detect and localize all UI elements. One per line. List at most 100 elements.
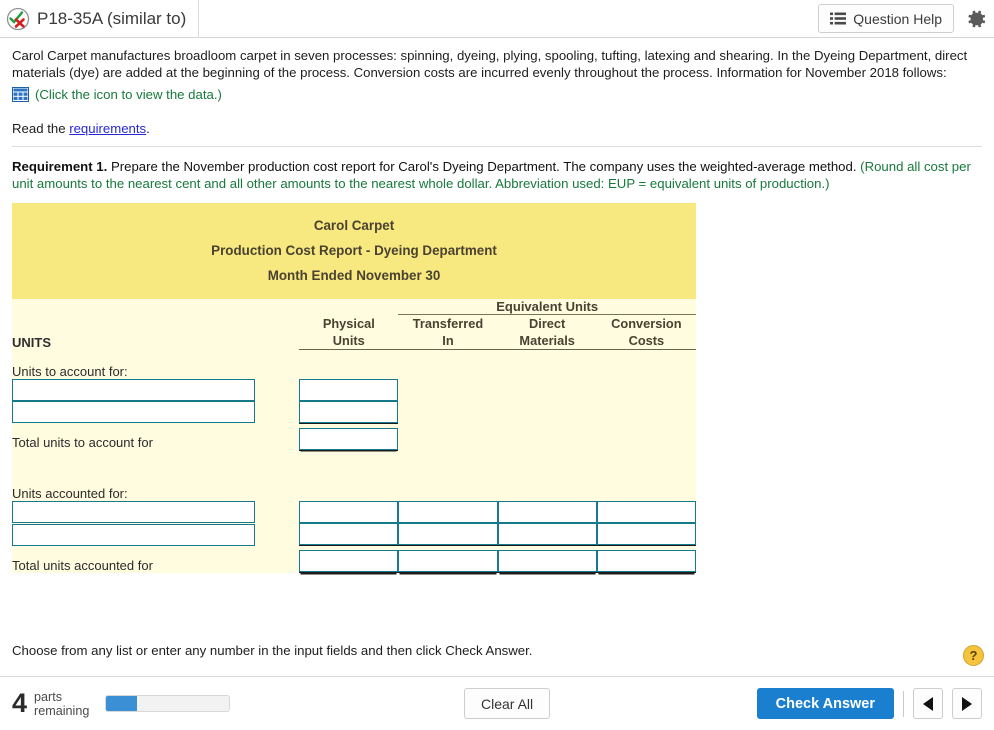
question-help-label: Question Help (853, 10, 942, 27)
report-period: Month Ended November 30 (267, 268, 441, 283)
help-badge-icon[interactable]: ? (963, 645, 984, 666)
production-cost-report: Carol Carpet Production Cost Report - Dy… (12, 203, 696, 573)
clear-all-button[interactable]: Clear All (464, 688, 551, 719)
accounted-row1-materials-cell (497, 501, 597, 523)
total-physical-input[interactable] (299, 550, 399, 572)
equivalent-units-header: Equivalent Units (398, 299, 696, 315)
requirement-text: Requirement 1. Prepare the November prod… (12, 158, 982, 192)
equivalent-units-span-row: Equivalent Units (12, 299, 696, 315)
to-account-row1-value-cell (299, 378, 399, 401)
section-divider (12, 146, 982, 147)
accounted-row1-transferred-input[interactable] (398, 501, 498, 523)
units-accounted-row-2 (12, 523, 696, 546)
accounted-row2-physical-input[interactable] (299, 523, 399, 545)
total-materials-input[interactable] (497, 550, 597, 572)
total-transferred-input[interactable] (398, 550, 498, 572)
units-section-heading: UNITS (12, 334, 51, 350)
total-physical-cell (299, 545, 399, 573)
col-header-physical-2: Units (299, 332, 399, 350)
accounted-row2-label-cell (12, 523, 299, 546)
nav-separator (903, 690, 904, 717)
total-to-account-label: Total units to account for (12, 435, 153, 450)
accounted-row2-physical-cell (299, 523, 399, 546)
to-account-row2-physical-input[interactable] (299, 400, 399, 423)
total-units-to-account-row: Total units to account for (12, 423, 696, 451)
accounted-row2-materials-input[interactable] (497, 523, 597, 545)
units-to-account-row-1 (12, 378, 696, 401)
col-header-transferred-1: Transferred (412, 316, 484, 331)
accounted-row2-transferred-input[interactable] (398, 523, 498, 545)
list-icon (830, 12, 847, 25)
col-header-conversion-2: Costs (596, 332, 696, 350)
accounted-row1-label-input[interactable] (12, 501, 255, 523)
check-answer-button[interactable]: Check Answer (756, 688, 894, 719)
to-account-row2-label-input[interactable] (12, 401, 255, 423)
triangle-right-icon (962, 696, 972, 711)
units-accounted-row-1 (12, 501, 696, 523)
footer-bar: 4 parts remaining Clear All Check Answer (0, 677, 994, 730)
total-conversion-input[interactable] (596, 550, 696, 572)
units-accounted-header-row: Units accounted for: (12, 472, 696, 501)
total-units-accounted-row: Total units accounted for (12, 545, 696, 573)
to-account-row2-value-cell (299, 400, 399, 424)
total-transferred-cell (398, 545, 498, 573)
table-spacer-row (12, 450, 696, 472)
accounted-row1-label-cell (12, 501, 299, 523)
report-title: Production Cost Report - Dyeing Departme… (211, 243, 497, 258)
requirements-link[interactable]: requirements (69, 121, 146, 136)
report-company: Carol Carpet (313, 218, 395, 233)
parts-remaining-count: 4 (12, 688, 28, 718)
accounted-row1-physical-cell (299, 501, 399, 523)
problem-statement: Carol Carpet manufactures broadloom carp… (12, 48, 968, 80)
col-header-conversion-1: Conversion (611, 316, 682, 331)
total-conversion-cell (596, 545, 696, 573)
total-to-account-value-cell (299, 423, 399, 451)
accounted-row1-physical-input[interactable] (299, 501, 399, 523)
progress-bar (105, 695, 231, 712)
units-to-account-header-row: Units to account for: (12, 350, 696, 379)
top-bar-actions: Question Help (818, 4, 988, 33)
to-account-row1-label-cell (12, 378, 299, 401)
total-to-account-physical-input[interactable] (299, 427, 399, 450)
gear-icon[interactable] (964, 7, 988, 31)
accounted-row2-transferred-cell (398, 523, 498, 546)
triangle-left-icon (923, 696, 933, 711)
accounted-row1-conversion-input[interactable] (596, 501, 696, 523)
top-bar: P18-35A (similar to) Question Help (0, 0, 994, 38)
parts-remaining-group: 4 parts remaining (12, 688, 231, 718)
to-account-row1-label-input[interactable] (12, 378, 255, 401)
accounted-row1-transferred-cell (398, 501, 498, 523)
accounted-row1-conversion-cell (596, 501, 696, 523)
question-title-group: P18-35A (similar to) (0, 0, 200, 38)
check-x-circle-icon (6, 7, 30, 30)
accounted-row1-materials-input[interactable] (497, 501, 597, 523)
page-title: P18-35A (similar to) (37, 8, 187, 28)
column-header-row-2: UNITS Units In Materials Costs (12, 332, 696, 350)
footer-instruction-area: Choose from any list or enter any number… (0, 643, 994, 666)
footer-instruction: Choose from any list or enter any number… (12, 643, 533, 658)
col-header-transferred-2: In (398, 332, 498, 350)
requirement-body: Prepare the November production cost rep… (107, 159, 861, 174)
parts-label-line2: remaining (34, 703, 90, 718)
read-suffix: . (146, 121, 150, 136)
question-help-button[interactable]: Question Help (818, 4, 954, 33)
accounted-row2-label-input[interactable] (12, 523, 255, 546)
parts-remaining-label: parts remaining (34, 690, 89, 718)
next-button[interactable] (952, 688, 982, 719)
report-header: Carol Carpet Production Cost Report - Dy… (12, 203, 696, 299)
units-to-account-label: Units to account for: (12, 363, 128, 379)
to-account-row2-label-cell (12, 401, 299, 423)
accounted-row2-conversion-input[interactable] (596, 523, 696, 545)
units-accounted-label: Units accounted for: (12, 486, 128, 501)
report-table: Equivalent Units Physical Transferred Di… (12, 299, 696, 573)
read-prefix: Read the (12, 121, 70, 136)
table-grid-icon[interactable] (12, 87, 29, 102)
parts-label-line1: parts (34, 689, 63, 704)
view-data-line: (Click the icon to view the data.) (12, 87, 982, 102)
footer-right-actions: Check Answer (756, 688, 982, 719)
total-materials-cell (497, 545, 597, 573)
to-account-row1-physical-input[interactable] (299, 378, 399, 401)
view-data-link[interactable]: (Click the icon to view the data.) (35, 87, 222, 102)
col-header-materials-1: Direct (529, 316, 566, 331)
previous-button[interactable] (913, 688, 943, 719)
